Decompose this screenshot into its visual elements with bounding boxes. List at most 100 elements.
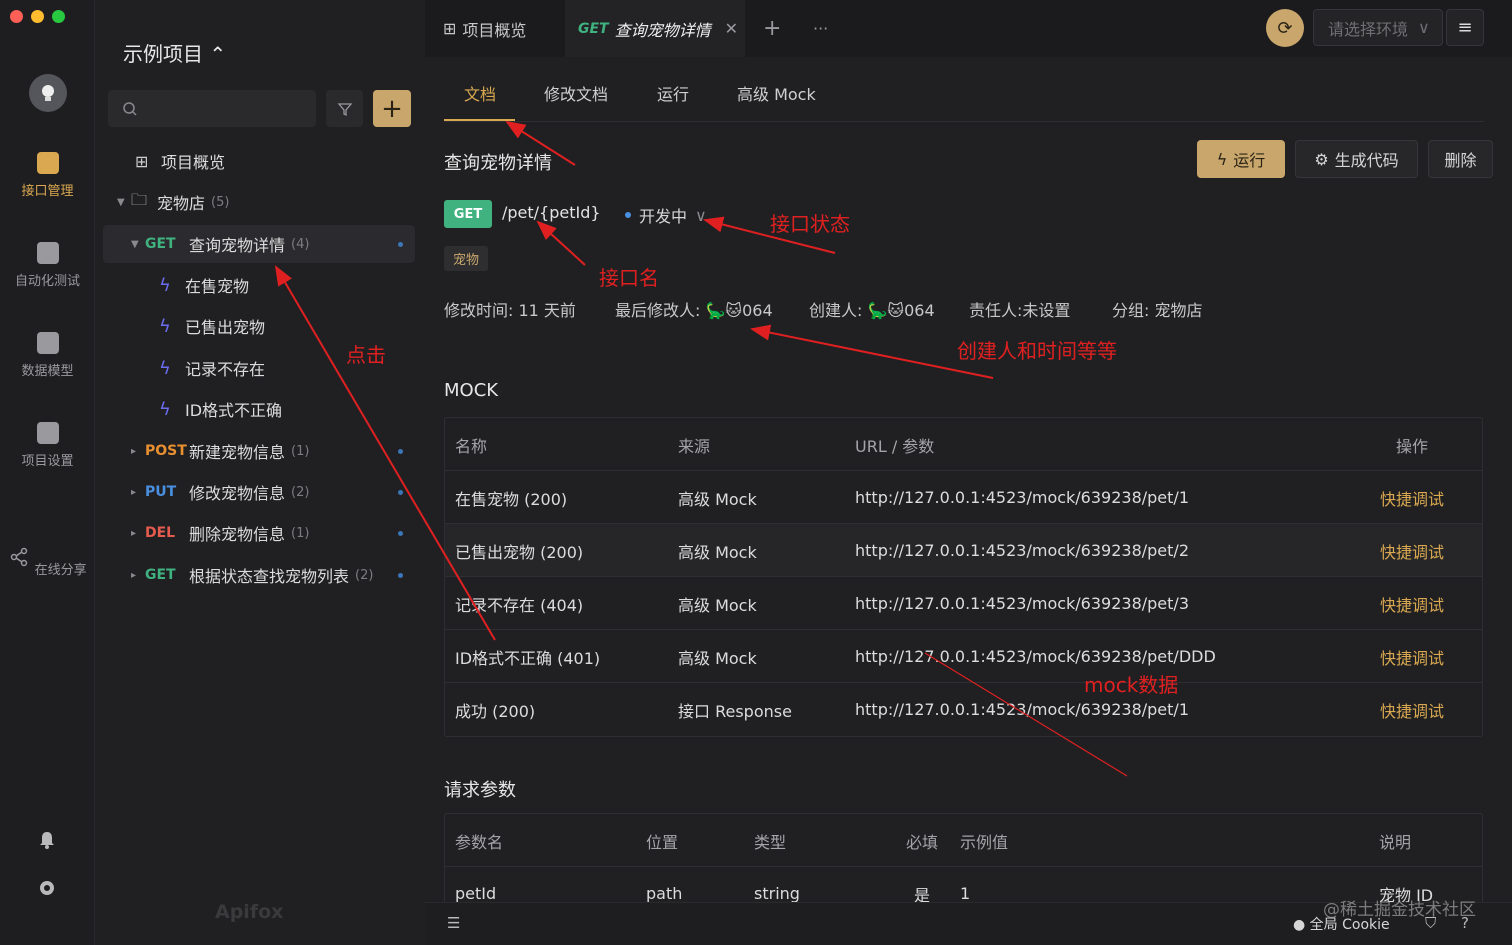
tree-item-label: 删除宠物信息 [189, 525, 286, 544]
rail-item-model[interactable]: 数据模型 [0, 332, 95, 379]
tree-item-label: 宠物店 [157, 194, 206, 213]
caret-down-icon: ▼ [131, 238, 139, 250]
sync-button[interactable]: ⟳ [1266, 9, 1304, 47]
quick-debug-link[interactable]: 快捷调试 [1380, 524, 1444, 577]
window-controls [10, 10, 65, 23]
tree-api-find-by-status[interactable]: ▸ GET 根据状态查找宠物列表 (2) [131, 556, 415, 594]
rail-item-test[interactable]: 自动化测试 [0, 242, 95, 289]
tree-item-label: 修改宠物信息 [189, 484, 286, 503]
generate-code-button[interactable]: ⚙ 生成代码 [1295, 140, 1418, 178]
subtab-mock[interactable]: 高级 Mock [737, 81, 816, 105]
table-header: 名称 来源 URL / 参数 操作 [445, 418, 1482, 471]
tab-get-pet[interactable]: GET 查询宠物详情 ✕ [565, 0, 745, 57]
status-select[interactable]: 开发中 ∨ [625, 203, 707, 227]
project-title[interactable]: 示例项目 ⌃ [123, 38, 226, 67]
status-dot [398, 530, 403, 536]
tree-item-count: (1) [291, 525, 310, 541]
rail-item-label: 数据模型 [21, 364, 74, 379]
menu-button[interactable]: ≡ [1446, 9, 1484, 46]
grid-icon: ⊞ [135, 151, 149, 171]
method-badge: GET [145, 567, 176, 583]
rail-item-share[interactable]: 在线分享 [0, 546, 95, 578]
mock-url[interactable]: http://127.0.0.1:4523/mock/639238/pet/1 [855, 471, 1189, 524]
subtab-edit[interactable]: 修改文档 [544, 81, 608, 105]
run-button[interactable]: ϟ 运行 [1197, 140, 1285, 178]
annotation-click: 点击 [346, 343, 386, 367]
delete-button[interactable]: 删除 [1428, 140, 1493, 178]
page-title: 查询宠物详情 [444, 153, 552, 174]
tree-item-count: (2) [291, 484, 310, 500]
quick-debug-link[interactable]: 快捷调试 [1380, 683, 1444, 736]
mock-url[interactable]: http://127.0.0.1:4523/mock/639238/pet/3 [855, 577, 1189, 630]
tree-item-label: 查询宠物详情 [189, 236, 286, 255]
mock-url[interactable]: http://127.0.0.1:4523/mock/639238/pet/2 [855, 524, 1189, 577]
chevron-down-icon: ∨ [1418, 18, 1430, 37]
owner: 责任人:未设置 [969, 301, 1071, 320]
subtab-run[interactable]: 运行 [657, 81, 689, 105]
user-icon [42, 85, 54, 101]
table-row: 已售出宠物 (200) 高级 Mock http://127.0.0.1:452… [445, 524, 1482, 577]
avatar[interactable] [29, 74, 67, 112]
zoom-window-button[interactable] [52, 10, 65, 23]
close-window-button[interactable] [10, 10, 23, 23]
tree-item-overview[interactable]: ⊞ 项目概览 [135, 142, 447, 180]
new-tab-button[interactable]: + [763, 0, 781, 57]
quick-debug-link[interactable]: 快捷调试 [1380, 630, 1444, 683]
minimize-window-button[interactable] [31, 10, 44, 23]
add-button[interactable]: + [373, 90, 411, 127]
annotation-status: 接口状态 [770, 212, 850, 236]
rail-item-api[interactable]: 接口管理 [0, 152, 95, 199]
column-header: 来源 [678, 436, 711, 456]
tree-api-put[interactable]: ▸ PUT 修改宠物信息 (2) [131, 473, 415, 511]
bolt-icon: ϟ [159, 274, 171, 296]
close-icon[interactable]: ✕ [725, 19, 738, 38]
hamburger-icon: ≡ [1457, 17, 1473, 38]
environment-select[interactable]: 请选择环境 ∨ [1313, 9, 1443, 46]
table-row: 成功 (200) 接口 Response http://127.0.0.1:45… [445, 683, 1482, 736]
rail-item-label: 接口管理 [21, 184, 74, 199]
column-header: 操作 [1396, 436, 1429, 456]
column-header: 示例值 [960, 832, 1009, 852]
tree-api-post[interactable]: ▸ POST 新建宠物信息 (1) [131, 432, 415, 470]
status-label: 开发中 [639, 207, 688, 226]
tree-api-delete[interactable]: ▸ DEL 删除宠物信息 (1) [131, 514, 415, 552]
quick-debug-link[interactable]: 快捷调试 [1380, 471, 1444, 524]
subtab-doc[interactable]: 文档 [464, 81, 496, 105]
column-header: URL / 参数 [855, 436, 935, 456]
annotation-creator: 创建人和时间等等 [957, 339, 1117, 363]
bolt-icon: ϟ [159, 357, 171, 379]
tree-item-label: 新建宠物信息 [189, 443, 286, 462]
more-icon[interactable]: ··· [813, 0, 828, 57]
method-badge: GET [578, 20, 609, 37]
rail-item-label: 项目设置 [21, 454, 74, 469]
watermark: @稀土掘金技术社区 [1323, 900, 1476, 920]
code-icon: ⚙ [1314, 149, 1329, 169]
rail-item-label: 在线分享 [34, 563, 87, 578]
status-dot [398, 448, 403, 454]
search-input[interactable] [108, 90, 316, 127]
tree-folder-petstore[interactable]: ▼ 🗀 宠物店 (5) [117, 183, 429, 221]
quick-debug-link[interactable]: 快捷调试 [1380, 577, 1444, 630]
tree-item-count: (1) [291, 443, 310, 459]
tab-overview[interactable]: ⊞ 项目概览 [435, 0, 534, 57]
settings-icon [36, 422, 59, 444]
param-example: 1 [960, 884, 971, 903]
column-header: 名称 [455, 436, 488, 456]
outline-icon[interactable]: ☰ [447, 914, 460, 932]
rail-item-settings[interactable]: 项目设置 [0, 422, 95, 469]
gear-icon[interactable] [37, 878, 57, 898]
filter-button[interactable] [326, 90, 363, 127]
table-row: 在售宠物 (200) 高级 Mock http://127.0.0.1:4523… [445, 471, 1482, 524]
table-row: ID格式不正确 (401) 高级 Mock http://127.0.0.1:4… [445, 630, 1482, 683]
bell-icon[interactable] [37, 830, 57, 850]
status-dot [398, 241, 403, 247]
column-header: 说明 [1379, 832, 1412, 852]
modified-time: 修改时间: 11 天前 [444, 301, 576, 320]
rail-item-label: 自动化测试 [14, 274, 80, 289]
tree-item-label: 在售宠物 [185, 277, 250, 296]
mock-source: 高级 Mock [678, 648, 757, 668]
tree-api-get-pet[interactable]: ▼ GET 查询宠物详情 (4) [103, 225, 415, 263]
bolt-icon: ϟ [1216, 149, 1228, 169]
mock-source: 高级 Mock [678, 595, 757, 615]
column-header: 参数名 [455, 832, 504, 852]
